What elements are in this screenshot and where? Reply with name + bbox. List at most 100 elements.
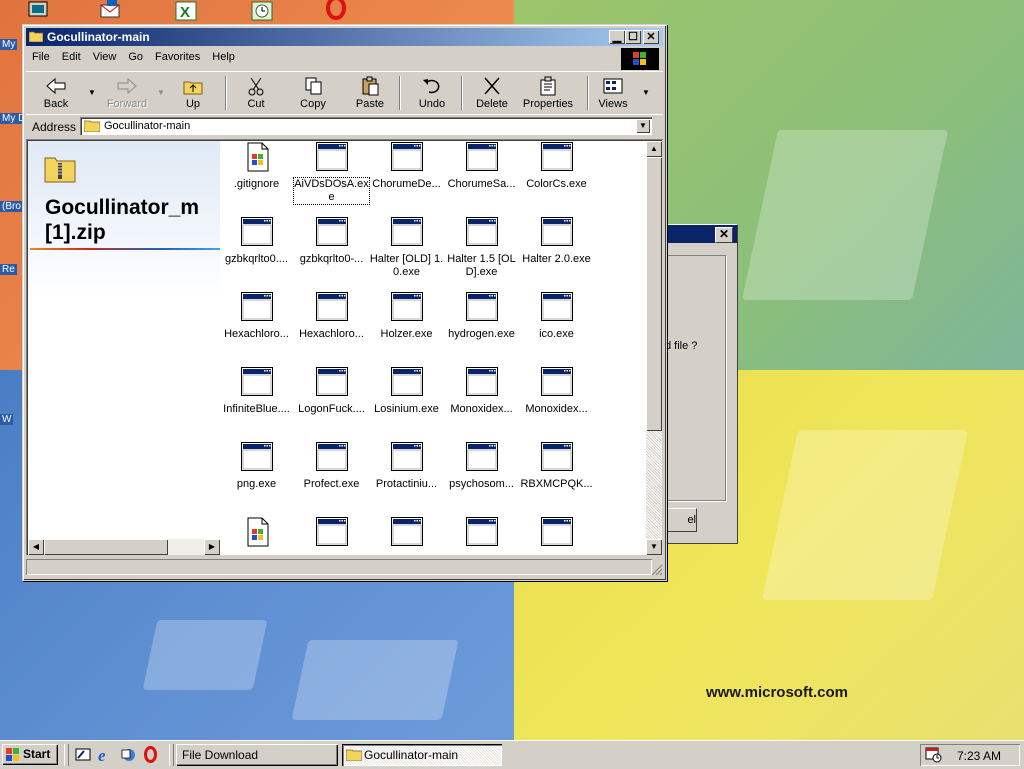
back-button[interactable]: Back: [34, 74, 78, 112]
forward-dropdown-icon[interactable]: ▼: [157, 88, 165, 97]
file-item[interactable]: psychosom...: [444, 439, 519, 509]
maximize-button[interactable]: ☐: [625, 30, 641, 44]
clock[interactable]: 7:23 AM: [957, 749, 1001, 763]
file-name: RBXMCPQK...: [520, 478, 593, 490]
file-item[interactable]: [369, 514, 444, 555]
file-item[interactable]: ColorCs.exe: [519, 139, 594, 209]
file-item[interactable]: Halter 2.0.exe: [519, 214, 594, 284]
task-label: Gocullinator-main: [364, 748, 459, 762]
zip-folder-icon: [44, 157, 76, 183]
copy-button[interactable]: Copy: [294, 74, 332, 112]
file-item[interactable]: LogonFuck....: [294, 364, 369, 434]
cut-button[interactable]: Cut: [238, 74, 274, 112]
up-button[interactable]: Up: [176, 74, 210, 112]
taskbar-grip[interactable]: [64, 744, 69, 766]
desktop-icon-mail[interactable]: [98, 0, 122, 22]
file-item[interactable]: ChorumeDe...: [369, 139, 444, 209]
file-item[interactable]: png.exe: [219, 439, 294, 509]
desktop-icon-label[interactable]: (Bro: [0, 201, 23, 212]
file-item[interactable]: InfiniteBlue....: [219, 364, 294, 434]
file-item[interactable]: Hexachloro...: [294, 289, 369, 359]
horizontal-scroll-thumb[interactable]: [44, 539, 168, 555]
windows-logo-throbber: [621, 48, 659, 70]
file-item[interactable]: [519, 514, 594, 555]
forward-button[interactable]: Forward: [99, 74, 155, 112]
file-item[interactable]: Losinium.exe: [369, 364, 444, 434]
taskbar-grip[interactable]: [169, 744, 174, 766]
close-button[interactable]: ✕: [643, 30, 659, 44]
show-desktop-icon[interactable]: [75, 746, 92, 763]
address-bar: Address Gocullinator-main ▼: [26, 114, 663, 140]
file-name: gzbkqrlto0-...: [299, 253, 364, 265]
file-item[interactable]: Monoxidex...: [519, 364, 594, 434]
desktop-icon-label[interactable]: W: [0, 414, 14, 425]
file-item[interactable]: .gitignore: [219, 139, 294, 209]
taskbar-button-explorer[interactable]: Gocullinator-main: [342, 744, 502, 766]
vertical-scrollbar[interactable]: ▲ ▼: [646, 141, 662, 555]
file-item[interactable]: Profect.exe: [294, 439, 369, 509]
horizontal-scrollbar[interactable]: ◀ ▶: [28, 539, 220, 555]
menu-favorites[interactable]: Favorites: [149, 48, 206, 68]
views-button[interactable]: Views: [596, 74, 630, 112]
scroll-left-button[interactable]: ◀: [28, 539, 44, 555]
minimize-button[interactable]: ▁: [609, 30, 625, 44]
outlook-express-icon[interactable]: [120, 746, 137, 763]
menu-file[interactable]: File: [26, 48, 56, 68]
desktop-icon-label[interactable]: My: [0, 39, 18, 50]
menu-edit[interactable]: Edit: [56, 48, 87, 68]
file-item[interactable]: gzbkqrlto0....: [219, 214, 294, 284]
scroll-right-button[interactable]: ▶: [204, 539, 220, 555]
resize-grip-icon[interactable]: [651, 564, 663, 576]
file-item[interactable]: Monoxidex...: [444, 364, 519, 434]
dialog-close-button[interactable]: ✕: [715, 227, 733, 243]
file-item[interactable]: ChorumeSa...: [444, 139, 519, 209]
properties-button[interactable]: Properties: [520, 74, 576, 112]
scheduler-icon[interactable]: [925, 747, 943, 763]
views-dropdown-icon[interactable]: ▼: [642, 88, 650, 97]
exe-window-icon: [316, 367, 348, 396]
exe-window-icon: [541, 142, 573, 171]
file-item[interactable]: AiVDsDOsA.exe: [293, 139, 370, 209]
file-item[interactable]: hydrogen.exe: [444, 289, 519, 359]
start-button[interactable]: Start: [2, 744, 58, 765]
file-item[interactable]: ico.exe: [519, 289, 594, 359]
paste-label: Paste: [355, 98, 385, 110]
internet-explorer-icon[interactable]: e: [97, 746, 114, 763]
window-titlebar[interactable]: Gocullinator-main ▁ ☐ ✕: [26, 28, 663, 46]
file-item[interactable]: [444, 514, 519, 555]
explorer-window[interactable]: Gocullinator-main ▁ ☐ ✕ File Edit View Go Fa…: [22, 24, 667, 581]
file-item[interactable]: [294, 514, 369, 555]
file-item[interactable]: Halter 1.5 [OLD].exe: [444, 214, 519, 284]
scroll-down-button[interactable]: ▼: [646, 539, 662, 555]
address-input[interactable]: Gocullinator-main ▼: [80, 117, 652, 135]
desktop-icon-my-computer[interactable]: [26, 0, 50, 22]
delete-button[interactable]: Delete: [472, 74, 512, 112]
file-name: gzbkqrlto0....: [225, 253, 288, 265]
file-item[interactable]: gzbkqrlto0-...: [294, 214, 369, 284]
file-item[interactable]: Protactiniu...: [369, 439, 444, 509]
desktop-icon-label[interactable]: Re: [0, 264, 17, 275]
menu-help[interactable]: Help: [206, 48, 241, 68]
file-name: Protactiniu...: [375, 478, 438, 490]
undo-button[interactable]: Undo: [412, 74, 452, 112]
scroll-up-button[interactable]: ▲: [646, 141, 662, 157]
opera-icon[interactable]: [142, 746, 159, 763]
arrow-down-icon: ▼: [650, 542, 658, 551]
taskbar-button-file-download[interactable]: File Download: [176, 744, 338, 766]
file-item[interactable]: RBXMCPQK...: [519, 439, 594, 509]
file-download-dialog[interactable]: ✕ d file ? el: [664, 224, 738, 544]
file-item[interactable]: Holzer.exe: [369, 289, 444, 359]
menu-go[interactable]: Go: [122, 48, 149, 68]
vertical-scroll-thumb[interactable]: [646, 157, 662, 431]
desktop-icon-clock-app[interactable]: [250, 0, 274, 22]
address-dropdown-button[interactable]: ▼: [636, 119, 650, 133]
desktop-icon-opera[interactable]: [324, 0, 348, 22]
file-item[interactable]: Hexachloro...: [219, 289, 294, 359]
dialog-cancel-button[interactable]: el: [667, 508, 697, 532]
file-item[interactable]: [219, 514, 294, 555]
file-item[interactable]: Halter [OLD] 1.0.exe: [369, 214, 444, 284]
back-dropdown-icon[interactable]: ▼: [88, 88, 96, 97]
paste-button[interactable]: Paste: [348, 74, 392, 112]
menu-view[interactable]: View: [87, 48, 123, 68]
desktop-icon-excel[interactable]: X: [174, 0, 198, 22]
